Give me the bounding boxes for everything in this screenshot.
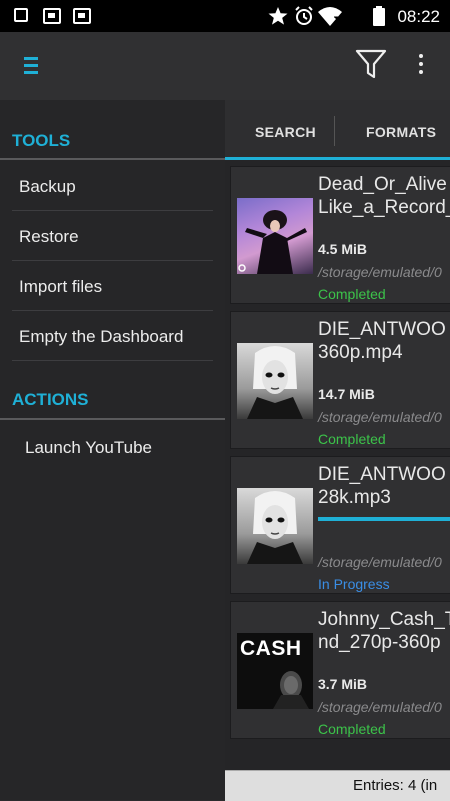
drawer-separator: [12, 360, 213, 361]
drawer-divider: [0, 418, 225, 420]
download-card[interactable]: DIE_ANTWOO 28k.mp3 /storage/emulated/0 I…: [230, 456, 450, 594]
actions-header: ACTIONS: [12, 390, 89, 409]
image-icon: [73, 8, 91, 24]
wifi-icon: [318, 7, 342, 26]
star-icon: [268, 7, 288, 25]
tab-divider: [334, 116, 335, 146]
download-card[interactable]: CASH Johnny_Cash_T nd_270p-360p 3.7 MiB …: [230, 601, 450, 739]
download-status: In Progress: [318, 576, 390, 592]
tab-search[interactable]: SEARCH: [255, 124, 316, 140]
file-path: /storage/emulated/0: [318, 554, 442, 570]
tab-formats[interactable]: FORMATS: [366, 124, 436, 140]
download-card[interactable]: Dead_Or_Alive Like_a_Record_ 4.5 MiB /st…: [230, 166, 450, 304]
drawer-separator: [12, 210, 213, 211]
download-progress-bar: [318, 517, 450, 521]
download-title: Johnny_Cash_T nd_270p-360p: [318, 609, 450, 653]
battery-icon: [373, 6, 385, 26]
hamburger-icon[interactable]: [24, 57, 38, 75]
more-vert-icon[interactable]: [413, 50, 429, 78]
file-size: 4.5 MiB: [318, 241, 368, 257]
file-path: /storage/emulated/0: [318, 409, 442, 425]
download-status: Completed: [318, 721, 386, 737]
file-path: /storage/emulated/0: [318, 699, 442, 715]
alarm-icon: [295, 6, 313, 25]
video-thumbnail: [237, 198, 313, 274]
download-status: Completed: [318, 431, 386, 447]
filter-icon[interactable]: [355, 48, 387, 80]
audio-thumbnail: [237, 488, 313, 564]
drawer-divider: [0, 158, 225, 160]
navigation-drawer: TOOLS Backup Restore Import files Empty …: [0, 100, 225, 800]
download-status: Completed: [318, 286, 386, 302]
stop-icon: [14, 8, 28, 22]
download-progress-fill: [318, 517, 450, 521]
download-title: DIE_ANTWOO 360p.mp4: [318, 319, 446, 363]
downloads-list: Dead_Or_Alive Like_a_Record_ 4.5 MiB /st…: [225, 160, 450, 770]
drawer-item-launch-youtube[interactable]: Launch YouTube: [25, 438, 152, 458]
download-card[interactable]: DIE_ANTWOO 360p.mp4 14.7 MiB /storage/em…: [230, 311, 450, 449]
status-bar: 08:22: [0, 0, 450, 32]
drawer-item-empty-dashboard[interactable]: Empty the Dashboard: [19, 327, 183, 347]
tab-bar: SEARCH FORMATS: [225, 100, 450, 160]
entries-footer: Entries: 4 (in: [225, 770, 450, 801]
download-title: Dead_Or_Alive Like_a_Record_: [318, 174, 450, 218]
file-size: 14.7 MiB: [318, 386, 375, 402]
app-bar: [0, 32, 450, 100]
video-thumbnail: [237, 343, 313, 419]
drawer-item-backup[interactable]: Backup: [19, 177, 76, 197]
drawer-separator: [12, 260, 213, 261]
drawer-separator: [12, 310, 213, 311]
tools-header: TOOLS: [12, 131, 71, 150]
download-title: DIE_ANTWOO 28k.mp3: [318, 464, 446, 508]
clock: 08:22: [397, 7, 440, 26]
video-thumbnail: CASH: [237, 633, 313, 709]
file-size: 3.7 MiB: [318, 676, 368, 692]
image-icon: [43, 8, 61, 24]
file-path: /storage/emulated/0: [318, 264, 442, 280]
drawer-item-restore[interactable]: Restore: [19, 227, 79, 247]
drawer-item-import-files[interactable]: Import files: [19, 277, 102, 297]
entries-count: Entries: 4 (in: [353, 777, 438, 794]
